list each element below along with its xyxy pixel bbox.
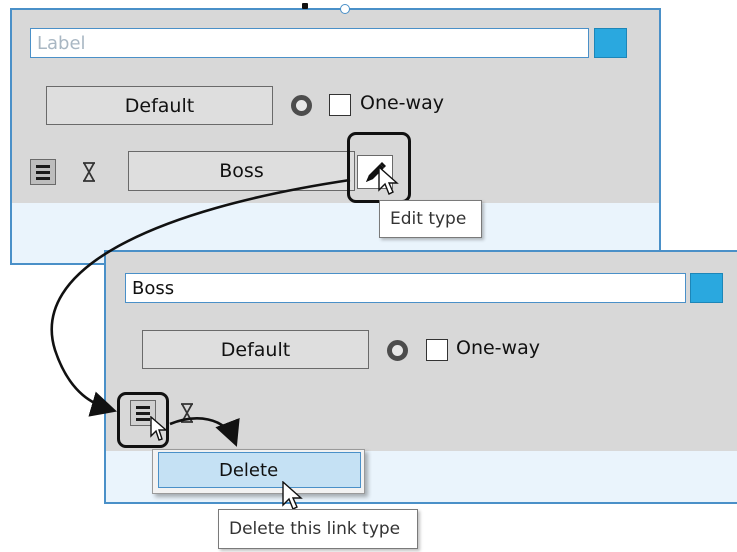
link-type-button[interactable]: Boss bbox=[128, 151, 355, 191]
radio-icon[interactable] bbox=[291, 95, 312, 116]
edit-type-tooltip: Edit type bbox=[379, 200, 482, 238]
radio-icon[interactable] bbox=[387, 340, 408, 361]
delete-menu-item[interactable]: Delete bbox=[158, 452, 361, 488]
hourglass-icon[interactable] bbox=[82, 162, 96, 182]
delete-tooltip: Delete this link type bbox=[218, 509, 418, 549]
cursor-icon bbox=[150, 416, 168, 441]
top-connector-handle-icon[interactable] bbox=[340, 4, 350, 14]
default-button[interactable]: Default bbox=[142, 330, 369, 369]
one-way-label: One-way bbox=[456, 337, 540, 359]
top-drag-handle[interactable] bbox=[302, 3, 308, 9]
one-way-label: One-way bbox=[360, 92, 444, 114]
color-swatch[interactable] bbox=[594, 28, 627, 58]
label-input[interactable] bbox=[125, 273, 686, 303]
hourglass-icon[interactable] bbox=[180, 403, 194, 423]
cursor-icon bbox=[378, 166, 399, 195]
color-swatch[interactable] bbox=[690, 273, 723, 303]
label-input[interactable] bbox=[30, 28, 589, 58]
one-way-checkbox[interactable] bbox=[426, 339, 448, 361]
one-way-checkbox[interactable] bbox=[329, 94, 351, 116]
list-icon[interactable] bbox=[30, 159, 56, 185]
default-button[interactable]: Default bbox=[46, 86, 273, 125]
